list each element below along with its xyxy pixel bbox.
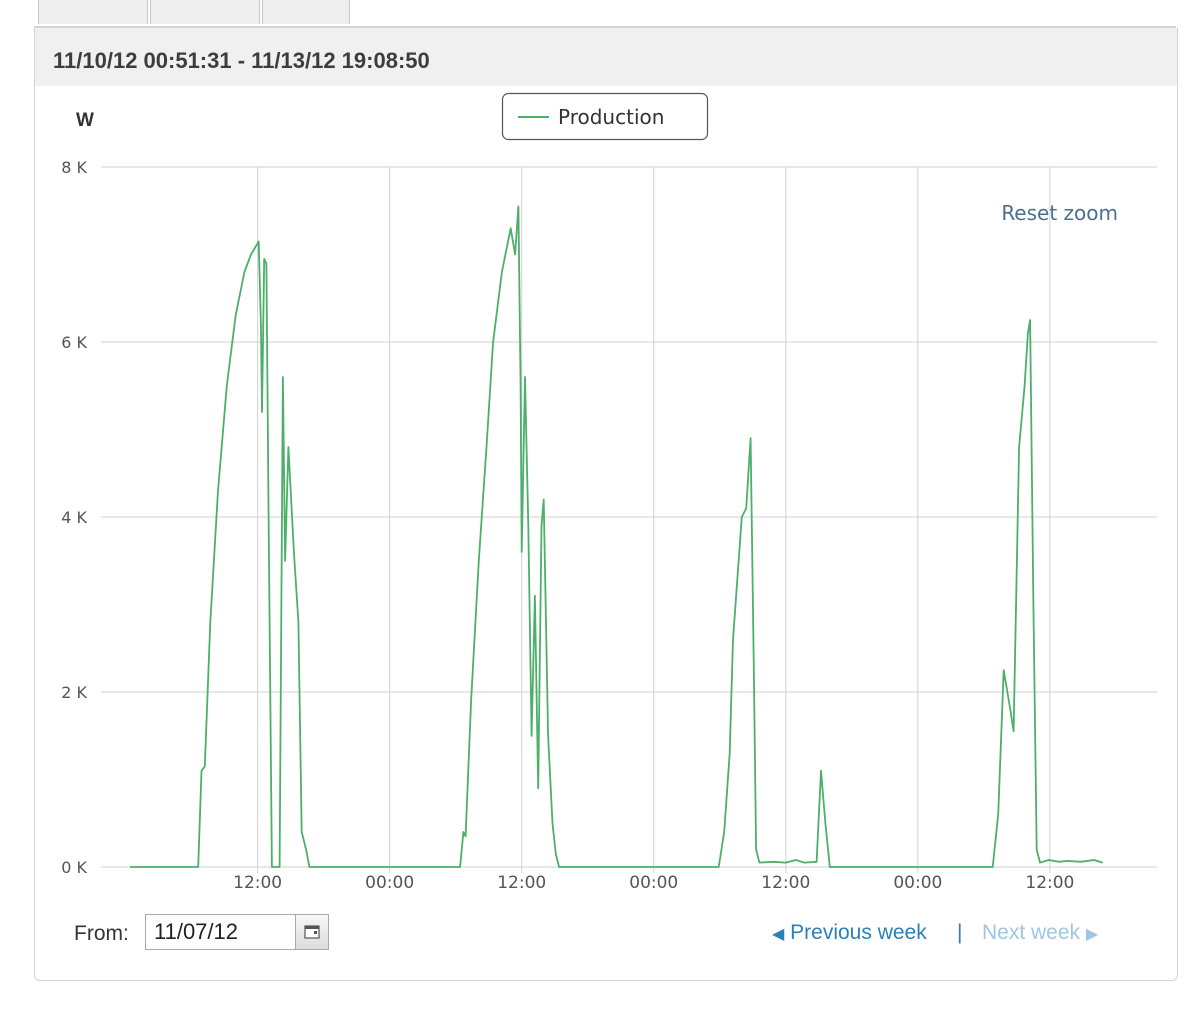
y-axis-label: W — [76, 110, 94, 131]
y-tick-label: 8 K — [61, 158, 87, 177]
production-chart[interactable]: 0 K 2 K 4 K 6 K 8 K 12:00 00:00 12:00 00:00 12:00… — [0, 0, 1200, 1021]
x-tick-label: 12:00 — [497, 873, 546, 893]
x-tick-label: 00:00 — [629, 873, 678, 893]
y-tick-label: 6 K — [61, 333, 87, 352]
x-tick-label: 12:00 — [1025, 873, 1074, 893]
previous-week-link[interactable]: ◀ Previous week — [772, 921, 927, 945]
triangle-right-icon: ▶ — [1085, 926, 1099, 943]
triangle-left-icon: ◀ — [772, 926, 785, 943]
x-tick-label: 00:00 — [893, 873, 942, 893]
x-tick-label: 00:00 — [365, 873, 414, 893]
x-tick-label: 12:00 — [233, 873, 282, 893]
calendar-icon — [304, 925, 320, 939]
from-label: From: — [74, 922, 129, 945]
reset-zoom-button[interactable]: Reset zoom — [1001, 201, 1118, 225]
y-tick-label: 0 K — [61, 858, 87, 877]
calendar-button[interactable] — [295, 914, 329, 950]
y-tick-label: 4 K — [61, 508, 87, 527]
x-tick-label: 12:00 — [761, 873, 810, 893]
next-week-label: Next week — [982, 921, 1081, 944]
y-tick-label: 2 K — [61, 683, 87, 702]
next-week-link[interactable]: Next week ▶ — [982, 921, 1098, 945]
nav-separator: | — [957, 921, 963, 944]
from-date-input[interactable] — [145, 914, 295, 950]
previous-week-label: Previous week — [790, 921, 927, 944]
series-line-production[interactable] — [130, 205, 1103, 868]
legend-label-production[interactable]: Production — [558, 105, 664, 129]
